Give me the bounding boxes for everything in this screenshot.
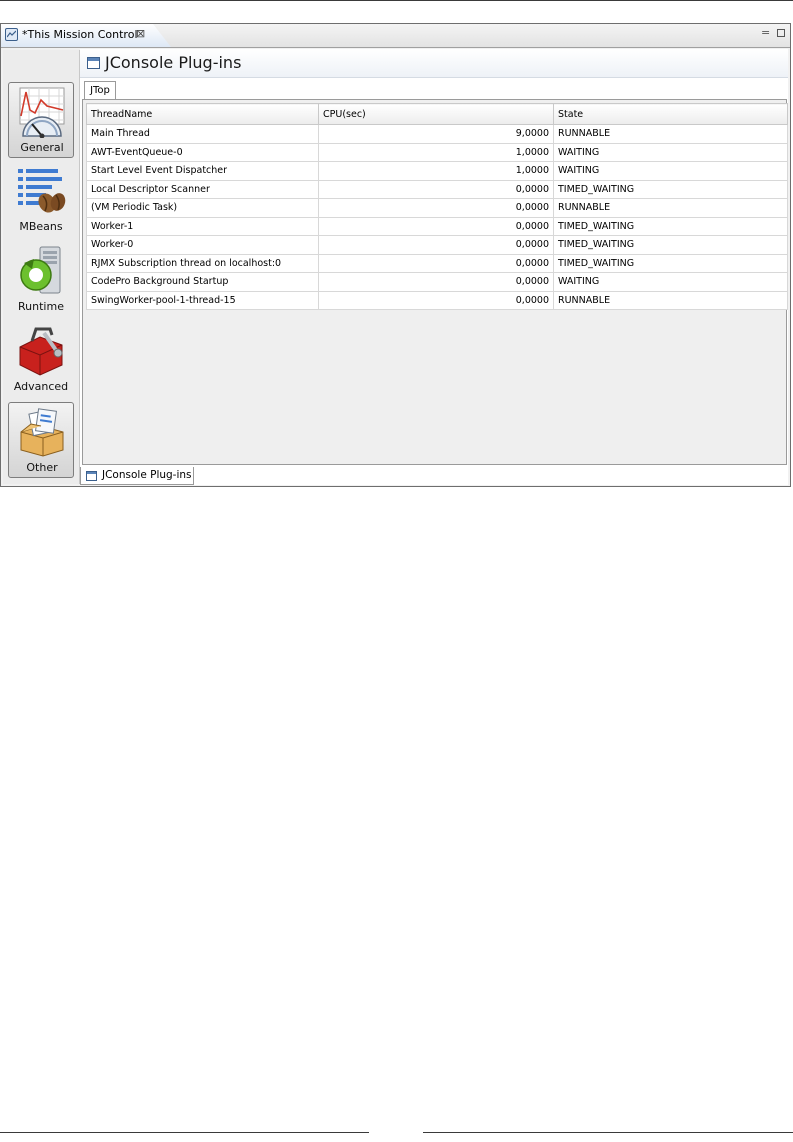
plugin-page-icon — [86, 471, 97, 481]
cpu-cell: 1,0000 — [318, 161, 554, 181]
page-title: JConsole Plug-ins — [105, 53, 242, 72]
page-header: JConsole Plug-ins — [80, 49, 788, 78]
server-refresh-icon — [20, 246, 61, 294]
state-cell: RUNNABLE — [553, 290, 788, 310]
tab-jtop[interactable]: JTop — [84, 81, 116, 99]
plugin-page-icon — [87, 57, 100, 69]
state-cell: TIMED_WAITING — [553, 253, 788, 273]
box-icon — [20, 408, 64, 457]
table-header-row: ThreadName CPU(sec) State — [86, 103, 788, 125]
state-cell: TIMED_WAITING — [553, 235, 788, 255]
cpu-cell: 0,0000 — [318, 179, 554, 199]
table-row[interactable]: (VM Periodic Task) 0,0000 RUNNABLE — [86, 198, 788, 218]
cpu-cell: 9,0000 — [318, 124, 554, 144]
table-row[interactable]: AWT-EventQueue-0 1,0000 WAITING — [86, 142, 788, 162]
table-row[interactable]: Worker-0 0,0000 TIMED_WAITING — [86, 235, 788, 255]
thread-name-cell: (VM Periodic Task) — [86, 198, 319, 218]
sidebar-item-general[interactable]: General — [8, 82, 74, 158]
thread-name-cell: Local Descriptor Scanner — [86, 179, 319, 199]
page-top-rule — [0, 0, 793, 1]
state-cell: WAITING — [553, 272, 788, 292]
coffee-beans-icon — [18, 169, 66, 213]
thread-name-cell: Worker-0 — [86, 235, 319, 255]
thread-name-cell: SwingWorker-pool-1-thread-15 — [86, 290, 319, 310]
table-row[interactable]: SwingWorker-pool-1-thread-15 0,0000 RUNNAB… — [86, 290, 788, 310]
table-row[interactable]: Start Level Event Dispatcher 1,0000 WAITIN… — [86, 161, 788, 181]
table-row[interactable]: Main Thread 9,0000 RUNNABLE — [86, 124, 788, 144]
main-content: JConsole Plug-ins JTop ThreadName CPU(se… — [80, 49, 788, 485]
cpu-cell: 0,0000 — [318, 290, 554, 310]
sidebar-item-label: Runtime — [18, 300, 64, 313]
sidebar: General MBeans Runtime Advanced Other — [3, 50, 80, 484]
close-icon[interactable]: ⊠ — [136, 27, 145, 40]
thread-name-cell: AWT-EventQueue-0 — [86, 142, 319, 162]
thread-name-cell: Worker-1 — [86, 216, 319, 236]
cpu-cell: 0,0000 — [318, 253, 554, 273]
sidebar-item-mbeans[interactable]: MBeans — [8, 162, 74, 238]
cpu-cell: 0,0000 — [318, 216, 554, 236]
table-row[interactable]: Local Descriptor Scanner 0,0000 TIMED_WAIT… — [86, 179, 788, 199]
state-cell: TIMED_WAITING — [553, 179, 788, 199]
editor-tab[interactable]: *This Mission Control ⊠ — [1, 24, 171, 47]
minimize-icon[interactable]: = — [761, 26, 770, 39]
cpu-cell: 1,0000 — [318, 142, 554, 162]
column-header-cpu[interactable]: CPU(sec) — [318, 103, 554, 125]
cpu-cell: 0,0000 — [318, 198, 554, 218]
speedometer-icon — [19, 87, 65, 138]
page-bottom-rule-left — [0, 1132, 369, 1133]
tab-jconsole-plugins[interactable]: JConsole Plug-ins — [80, 467, 194, 485]
state-cell: RUNNABLE — [553, 124, 788, 144]
editor-tab-title: *This Mission Control — [22, 28, 138, 41]
thread-name-cell: Start Level Event Dispatcher — [86, 161, 319, 181]
thread-name-cell: Main Thread — [86, 124, 319, 144]
bottom-tab-label: JConsole Plug-ins — [102, 469, 192, 481]
sidebar-item-label: General — [20, 141, 64, 154]
sidebar-item-advanced[interactable]: Advanced — [8, 322, 74, 398]
sidebar-item-label: MBeans — [19, 220, 63, 233]
sidebar-item-label: Other — [26, 461, 58, 474]
state-cell: WAITING — [553, 142, 788, 162]
state-cell: RUNNABLE — [553, 198, 788, 218]
sidebar-item-other[interactable]: Other — [8, 402, 74, 478]
mission-control-editor: *This Mission Control ⊠ = General MBeans… — [0, 23, 791, 487]
thread-name-cell: CodePro Background Startup — [86, 272, 319, 292]
table-row[interactable]: RJMX Subscription thread on localhost:0 0… — [86, 253, 788, 273]
thread-table-area: ThreadName CPU(sec) State Main Thread 9,0… — [82, 99, 788, 465]
table-row[interactable]: Worker-1 0,0000 TIMED_WAITING — [86, 216, 788, 236]
editor-tabstrip: *This Mission Control ⊠ = — [1, 24, 790, 48]
sidebar-item-runtime[interactable]: Runtime — [8, 242, 74, 318]
state-cell: TIMED_WAITING — [553, 216, 788, 236]
column-header-state[interactable]: State — [553, 103, 788, 125]
state-cell: WAITING — [553, 161, 788, 181]
sidebar-item-label: Advanced — [13, 380, 69, 393]
thread-table: ThreadName CPU(sec) State Main Thread 9,0… — [86, 103, 788, 310]
mission-control-icon — [5, 28, 18, 41]
table-row[interactable]: CodePro Background Startup 0,0000 WAITING — [86, 272, 788, 292]
page-bottom-rule-right — [423, 1132, 793, 1133]
cpu-cell: 0,0000 — [318, 235, 554, 255]
column-header-threadname[interactable]: ThreadName — [86, 103, 319, 125]
cpu-cell: 0,0000 — [318, 272, 554, 292]
maximize-icon[interactable] — [777, 29, 785, 37]
toolbox-icon — [19, 327, 63, 376]
thread-name-cell: RJMX Subscription thread on localhost:0 — [86, 253, 319, 273]
